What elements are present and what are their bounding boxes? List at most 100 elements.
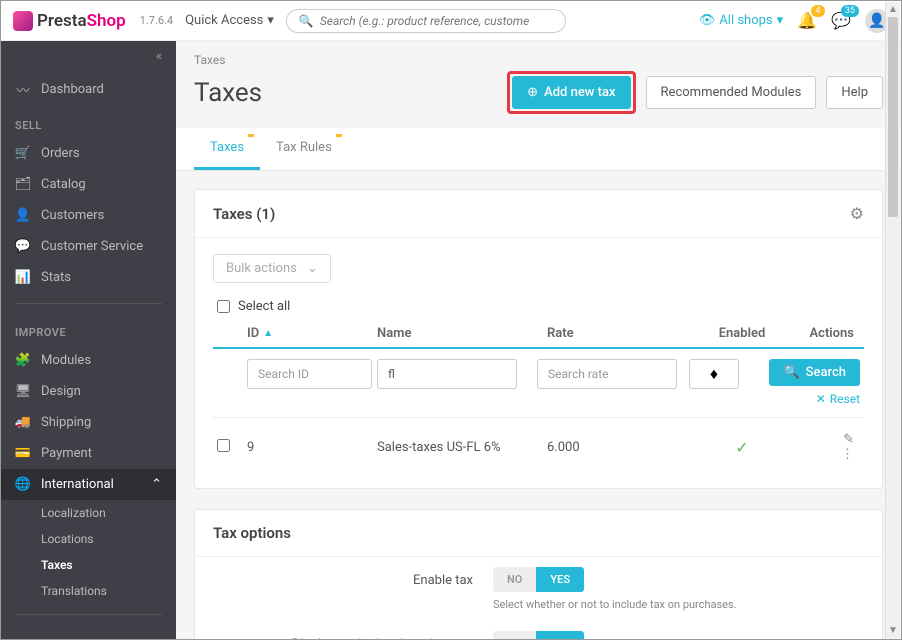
col-enabled[interactable]: Enabled <box>697 326 787 341</box>
sidebar-item-shipping[interactable]: 🚚Shipping <box>1 407 176 438</box>
col-name[interactable]: Name <box>377 326 547 341</box>
enable-tax-toggle[interactable]: NO YES <box>493 567 584 592</box>
tab-indicator-icon <box>336 134 342 137</box>
logo-text-shop: Shop <box>87 11 126 31</box>
eye-icon: 👁 <box>699 13 716 28</box>
sidebar-sub-translations[interactable]: Translations <box>1 578 176 604</box>
col-rate[interactable]: Rate <box>547 326 697 341</box>
tab-taxes[interactable]: Taxes <box>194 128 260 170</box>
option-display-tax: Display tax in the shopping cart NO YES … <box>195 621 882 639</box>
notifications-bell[interactable]: 🔔 4 <box>797 11 817 30</box>
shop-context-selector[interactable]: 👁 All shops ▾ <box>699 13 783 28</box>
person-icon: 👤 <box>868 13 885 29</box>
recommended-modules-button[interactable]: Recommended Modules <box>646 76 817 109</box>
puzzle-icon: 🧩 <box>15 353 31 368</box>
highlight-frame: ⊕ Add new tax <box>507 71 635 114</box>
row-enabled[interactable]: ✓ <box>697 438 787 457</box>
main-sidebar: « 〰Dashboard SELL 🛒Orders 🗂Catalog 👤Cust… <box>1 41 176 639</box>
row-menu-button[interactable]: ⋮ <box>827 447 854 462</box>
option-enable-tax: Enable tax NO YES Select whether or not … <box>195 557 882 621</box>
logo-text-presta: Presta <box>37 11 87 31</box>
bulk-actions-label: Bulk actions <box>226 261 297 276</box>
design-icon: 🖥 <box>15 384 31 399</box>
scroll-up-icon[interactable]: ▲ <box>886 2 900 17</box>
sidebar-item-payment[interactable]: 💳Payment <box>1 438 176 469</box>
headset-icon: 💬 <box>15 239 31 254</box>
row-name: Sales-taxes US-FL 6% <box>377 440 547 455</box>
toggle-yes: YES <box>536 567 584 592</box>
messages-badge: 35 <box>841 5 859 17</box>
globe-icon: 🌐 <box>15 477 31 492</box>
col-actions: Actions <box>787 326 860 341</box>
tab-tax-rules[interactable]: Tax Rules <box>260 128 348 170</box>
sidebar-divider <box>15 614 162 615</box>
vertical-scrollbar[interactable]: ▲ ▼ <box>885 2 900 638</box>
sidebar-item-customers[interactable]: 👤Customers <box>1 200 176 231</box>
sidebar-item-catalog[interactable]: 🗂Catalog <box>1 169 176 200</box>
filter-name-input[interactable] <box>377 359 517 389</box>
sidebar-item-stats[interactable]: 📊Stats <box>1 262 176 293</box>
help-button[interactable]: Help <box>826 76 883 109</box>
scroll-thumb[interactable] <box>888 17 898 217</box>
display-tax-toggle[interactable]: NO YES <box>493 631 584 639</box>
truck-icon: 🚚 <box>15 415 31 430</box>
quick-access-dropdown[interactable]: Quick Access ▾ <box>185 13 274 28</box>
bell-badge: 4 <box>811 5 825 17</box>
sidebar-sub-taxes[interactable]: Taxes <box>1 552 176 578</box>
display-tax-label: Display tax in the shopping cart <box>213 631 493 639</box>
breadcrumb: Taxes <box>176 41 901 67</box>
search-input[interactable] <box>320 14 553 28</box>
select-all-checkbox[interactable] <box>217 300 230 313</box>
sidebar-item-customer-service[interactable]: 💬Customer Service <box>1 231 176 262</box>
top-bar: PrestaShop 1.7.6.4 Quick Access ▾ 🔍 👁 Al… <box>1 1 901 41</box>
search-icon: 🔍 <box>299 14 314 28</box>
person-icon: 👤 <box>15 208 31 223</box>
logo-mark-icon <box>13 11 33 31</box>
filter-reset-button[interactable]: ✕Reset <box>816 392 860 406</box>
row-id: 9 <box>247 440 377 455</box>
enable-tax-label: Enable tax <box>213 567 493 588</box>
close-icon: ✕ <box>816 392 826 406</box>
page-title: Taxes <box>194 78 497 108</box>
gear-icon: ⚙ <box>850 204 864 223</box>
catalog-icon: 🗂 <box>15 177 31 192</box>
sidebar-sub-localization[interactable]: Localization <box>1 500 176 526</box>
sidebar-item-modules[interactable]: 🧩Modules <box>1 345 176 376</box>
sidebar-item-dashboard[interactable]: 〰Dashboard <box>1 72 176 107</box>
notifications-messages[interactable]: 💬 35 <box>831 11 851 30</box>
quick-access-label: Quick Access <box>185 13 263 28</box>
sidebar-sub-locations[interactable]: Locations <box>1 526 176 552</box>
stats-icon: 📊 <box>15 270 31 285</box>
row-checkbox[interactable] <box>217 439 230 452</box>
filter-rate-input[interactable] <box>537 359 677 389</box>
panel-settings-button[interactable]: ⚙ <box>850 204 864 223</box>
bulk-actions-dropdown[interactable]: Bulk actions ⌄ <box>213 254 331 283</box>
row-edit-button[interactable]: ✎ <box>829 432 854 447</box>
main-content: Taxes Taxes ⊕ Add new tax Recommended Mo… <box>176 41 901 639</box>
sort-asc-icon: ▲ <box>263 328 273 339</box>
add-new-tax-label: Add new tax <box>544 85 615 100</box>
toggle-no: NO <box>493 631 536 639</box>
kebab-icon: ⋮ <box>841 447 854 462</box>
add-new-tax-button[interactable]: ⊕ Add new tax <box>512 76 630 109</box>
col-id[interactable]: ID▲ <box>247 326 377 341</box>
sidebar-item-orders[interactable]: 🛒Orders <box>1 138 176 169</box>
filter-enabled-select[interactable]: ♦ <box>689 359 739 389</box>
sidebar-collapse-button[interactable]: « <box>1 41 176 72</box>
filter-search-button[interactable]: 🔍Search <box>769 359 860 386</box>
filter-id-input[interactable] <box>247 359 372 389</box>
chevron-down-icon: ▾ <box>267 13 274 28</box>
select-all-label: Select all <box>238 299 290 314</box>
scroll-down-icon[interactable]: ▼ <box>886 623 900 638</box>
plus-circle-icon: ⊕ <box>527 85 538 100</box>
check-icon: ✓ <box>735 438 748 457</box>
updown-icon: ♦ <box>710 364 718 384</box>
table-row: 9 Sales-taxes US-FL 6% 6.000 ✓ ✎ ⋮ <box>213 417 864 476</box>
global-search[interactable]: 🔍 <box>286 9 566 33</box>
toggle-no: NO <box>493 567 536 592</box>
search-icon: 🔍 <box>783 365 799 380</box>
cart-icon: 🛒 <box>15 146 31 161</box>
logo[interactable]: PrestaShop <box>13 11 126 31</box>
sidebar-item-design[interactable]: 🖥Design <box>1 376 176 407</box>
sidebar-item-international[interactable]: 🌐International⌃ <box>1 469 176 500</box>
